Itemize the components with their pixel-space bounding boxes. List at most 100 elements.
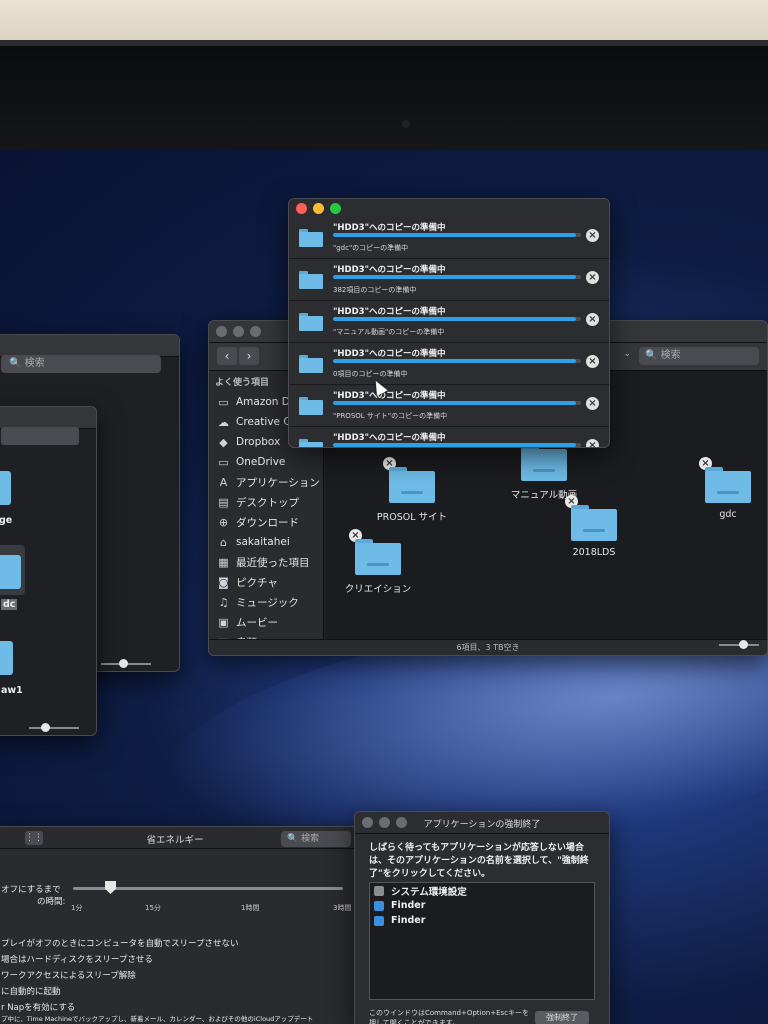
slider-knob[interactable]	[739, 640, 748, 649]
cancel-copy-button[interactable]: ×	[586, 271, 599, 284]
sleep-label-line2: の時間:	[37, 897, 66, 907]
folder-item[interactable]: × gdc	[673, 457, 767, 520]
left-finder-window-2[interactable]: ge dc aw1	[0, 406, 97, 736]
finder-icon	[374, 915, 384, 926]
progress-fill	[333, 443, 577, 447]
folder-icon: ×	[349, 529, 401, 575]
cancel-copy-button[interactable]: ×	[586, 229, 599, 242]
sidebar-item-music[interactable]: ♫ ミュージック	[209, 592, 323, 612]
option-auto-start[interactable]: に自動的に起動	[1, 985, 61, 997]
back-button[interactable]: ‹	[217, 347, 237, 365]
folder-item[interactable]: × PROSOL サイト	[357, 457, 467, 523]
option-prevent-sleep[interactable]: プレイがオフのときにコンピュータを自動でスリープさせない	[1, 937, 239, 949]
sidebar-item-pictures[interactable]: ◙ ピクチャ	[209, 572, 323, 592]
folder-item[interactable]: マニュアル動画	[489, 445, 599, 501]
folder-label: ge	[0, 515, 13, 526]
copy-progress-row: "HDD3"へのコピーの準備中 "gdc"のコピーの準備中 ×	[289, 217, 609, 259]
applications-icon: A	[219, 475, 228, 489]
folder-icon[interactable]	[0, 471, 11, 505]
option-power-nap[interactable]: r Napを有効にする	[1, 1001, 75, 1013]
chevron-down-icon[interactable]: ⌄	[623, 349, 631, 359]
left-window-search[interactable]: 🔍 検索	[1, 355, 161, 373]
recents-icon: ▦	[218, 555, 229, 569]
folder-item[interactable]: × クリエイション	[323, 529, 433, 595]
home-icon: ⌂	[220, 535, 227, 549]
option-wake-network[interactable]: ワークアクセスによるスリープ解除	[1, 969, 136, 981]
copy-title: "HDD3"へのコピーの準備中	[333, 265, 446, 275]
zoom-button[interactable]	[250, 326, 261, 337]
folder-icon	[299, 355, 323, 373]
left-window-2-titlebar[interactable]	[0, 407, 96, 429]
cancel-copy-button[interactable]: ×	[586, 355, 599, 368]
folder-name: クリエイション	[344, 584, 412, 595]
icon-size-slider[interactable]	[29, 723, 79, 732]
sidebar-item-applications[interactable]: A アプリケーション	[209, 472, 323, 492]
force-quit-window[interactable]: アプリケーションの強制終了 しばらく待ってもアプリケーションが応答しない場合は、…	[354, 811, 610, 1024]
energy-saver-titlebar[interactable]: ⋮⋮ 省エネルギー 🔍 検索	[0, 827, 359, 849]
cancel-copy-button[interactable]: ×	[586, 397, 599, 410]
copy-subtitle: 0項目のコピーの準備中	[333, 370, 408, 378]
progress-bar	[333, 443, 581, 447]
close-button[interactable]	[296, 203, 307, 214]
finder-search-input[interactable]: 🔍 検索	[639, 347, 759, 365]
app-list[interactable]: システム環境設定 Finder Finder	[369, 882, 595, 1000]
copy-window-titlebar[interactable]	[289, 199, 609, 217]
icon-size-slider[interactable]	[719, 640, 759, 649]
minimize-button[interactable]	[233, 326, 244, 337]
progress-bar	[333, 317, 581, 321]
app-list-item[interactable]: Finder	[370, 898, 594, 913]
copy-progress-row: "HDD3"へのコピーの準備中 382項目のコピーの準備中 ×	[289, 259, 609, 301]
slider-knob[interactable]	[119, 659, 128, 668]
folder-icon	[299, 313, 323, 331]
dropbox-icon: ◆	[219, 435, 228, 449]
forward-button[interactable]: ›	[239, 347, 259, 365]
sidebar-item-recents[interactable]: ▦ 最近使った項目	[209, 552, 323, 572]
app-list-item[interactable]: システム環境設定	[370, 883, 594, 898]
folder-icon	[299, 439, 323, 447]
energy-saver-search[interactable]: 🔍 検索	[281, 831, 351, 847]
icon-size-slider[interactable]	[101, 659, 151, 668]
copy-title: "HDD3"へのコピーの準備中	[333, 223, 446, 233]
copy-progress-row: "HDD3"へのコピーの準備中 0項目のコピーの準備中 ×	[289, 343, 609, 385]
energy-saver-window[interactable]: ⋮⋮ 省エネルギー 🔍 検索 オフにするまで の時間: 1分 15分 1時間 3…	[0, 826, 360, 1024]
sidebar-item-home[interactable]: ⌂ sakaitahei	[209, 532, 323, 552]
power-nap-description: プ中に、Time Machineでバックアップし、新着メール、カレンダー、および…	[1, 1015, 314, 1023]
finder-icon	[374, 900, 384, 911]
close-button[interactable]	[216, 326, 227, 337]
force-quit-button[interactable]: 強制終了	[535, 1011, 589, 1024]
zoom-button[interactable]	[330, 203, 341, 214]
copy-title: "HDD3"へのコピーの準備中	[333, 349, 446, 359]
sidebar-item-downloads[interactable]: ⊕ ダウンロード	[209, 512, 323, 532]
folder-item[interactable]: × 2018LDS	[539, 495, 649, 558]
copy-subtitle: "PROSOL サイト"のコピーの準備中	[333, 412, 448, 420]
folder-icon: ▭	[218, 455, 229, 469]
folder-name: PROSOL サイト	[376, 512, 448, 523]
left-window-2-path[interactable]	[1, 427, 79, 445]
folder-name: gdc	[719, 509, 737, 520]
sidebar-item-movies[interactable]: ▣ ムービー	[209, 612, 323, 632]
cancel-copy-button[interactable]: ×	[586, 439, 599, 447]
folder-icon: ×	[383, 457, 435, 503]
option-disk-sleep[interactable]: 場合はハードディスクをスリープさせる	[1, 953, 153, 965]
sleep-slider-knob[interactable]	[105, 881, 116, 894]
folder-name: 2018LDS	[572, 547, 616, 558]
magnifier-icon: 🔍	[9, 358, 25, 369]
sidebar-item-onedrive[interactable]: ▭ OneDrive	[209, 452, 323, 472]
cancel-copy-button[interactable]: ×	[586, 313, 599, 326]
minimize-button[interactable]	[313, 203, 324, 214]
close-icon: ×	[588, 272, 597, 283]
copy-progress-window[interactable]: "HDD3"へのコピーの準備中 "gdc"のコピーの準備中 × "HDD3"へのコピー…	[288, 198, 610, 448]
left-window-titlebar[interactable]	[0, 335, 179, 357]
progress-bar	[333, 359, 581, 363]
slider-knob[interactable]	[41, 723, 50, 732]
folder-icon[interactable]	[0, 641, 13, 675]
close-icon: ×	[588, 398, 597, 409]
folder-icon[interactable]	[0, 555, 21, 589]
creative-cloud-icon: ☁	[218, 415, 229, 429]
sidebar-item-desktop[interactable]: ▤ デスクトップ	[209, 492, 323, 512]
app-list-item[interactable]: Finder	[370, 913, 594, 928]
progress-fill	[333, 233, 577, 237]
progress-fill	[333, 401, 577, 405]
force-quit-titlebar[interactable]: アプリケーションの強制終了	[355, 812, 609, 834]
folder-icon: ×	[699, 457, 751, 503]
